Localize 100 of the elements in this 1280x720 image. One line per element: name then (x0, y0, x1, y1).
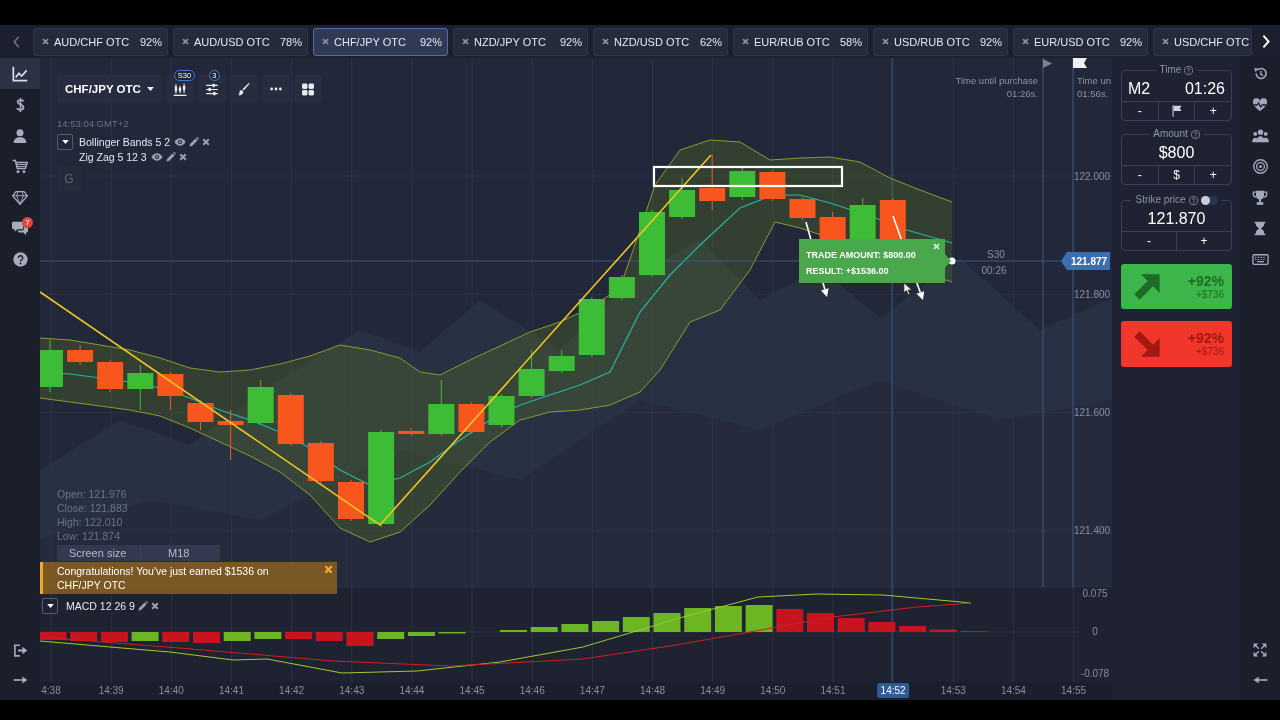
close-icon[interactable] (150, 602, 159, 610)
chevron-left-icon[interactable] (13, 35, 20, 48)
bullish-candle (40, 339, 63, 393)
asset-tab[interactable]: AUD/USD OTC 78% (173, 27, 308, 56)
layout-button[interactable] (293, 75, 322, 103)
chevron-right-icon[interactable] (1262, 35, 1270, 48)
arrow-up-right-icon (1133, 272, 1161, 301)
screen-size-bar[interactable]: Screen size M18 (57, 545, 220, 561)
rising-macd-bar (714, 606, 742, 632)
timeframe-value[interactable]: M2 (1128, 79, 1151, 98)
asset-tab[interactable]: USD/RUB OTC 92% (873, 27, 1008, 56)
asset-tab[interactable]: CHF/JPY OTC 92% (313, 27, 448, 56)
person-icon (13, 128, 27, 143)
heart-pulse-icon[interactable] (1252, 97, 1268, 112)
sidebar-button[interactable]: 7 (0, 213, 40, 244)
arrow-left-icon[interactable] (1252, 676, 1268, 684)
decrease-button[interactable]: - (1122, 232, 1176, 250)
pencil-icon[interactable] (165, 151, 176, 162)
rising-macd-bar (592, 621, 620, 632)
exit-icon[interactable] (12, 643, 28, 657)
target-icon[interactable] (1252, 159, 1268, 174)
collapse-toggle[interactable] (57, 134, 73, 150)
payout-percent: +92% (1187, 330, 1224, 346)
candlestick-icon (172, 82, 187, 96)
expiry-time-value[interactable]: 01:26 (1184, 79, 1225, 98)
more-button[interactable] (261, 75, 290, 103)
bullish-candle (548, 349, 575, 374)
expand-icon[interactable] (1253, 643, 1267, 657)
ohlc-value: Close: 121.883 (57, 501, 128, 515)
bearish-candle (157, 371, 184, 411)
close-icon[interactable] (322, 38, 329, 45)
close-icon[interactable] (178, 152, 187, 161)
bearish-candle (398, 427, 425, 437)
strike-price-toggle[interactable] (1200, 195, 1218, 205)
close-icon[interactable] (202, 137, 211, 146)
close-icon[interactable] (602, 38, 609, 45)
close-icon[interactable] (324, 565, 333, 574)
bearish-candle (699, 154, 726, 211)
collapse-toggle[interactable] (42, 598, 58, 614)
history-icon[interactable] (1252, 66, 1268, 81)
payout-percent: 58% (839, 35, 862, 48)
close-icon[interactable] (42, 38, 49, 45)
increase-button[interactable]: + (1194, 166, 1231, 184)
help-icon[interactable] (1190, 129, 1200, 139)
drawing-button[interactable] (229, 75, 258, 103)
macd-scale-label: -0.078 (1080, 668, 1110, 679)
eye-icon[interactable] (174, 137, 187, 146)
bullish-candle (639, 209, 665, 278)
time-label: 14:46 (519, 685, 545, 696)
help-icon[interactable] (1184, 65, 1194, 75)
sliders-icon (204, 82, 219, 96)
falling-macd-bar (100, 632, 128, 642)
asset-tab[interactable]: NZD/USD OTC 62% (593, 27, 728, 56)
falling-macd-bar (70, 632, 98, 641)
close-icon[interactable] (1022, 38, 1029, 45)
close-icon[interactable] (742, 38, 749, 45)
timer-value: 01:26s. (1005, 87, 1038, 100)
increase-button[interactable]: + (1194, 102, 1231, 120)
group-icon[interactable] (1251, 128, 1269, 143)
bullish-candle (428, 379, 455, 437)
indicator-name: MACD 12 26 9 (66, 600, 135, 612)
asset-tab[interactable]: EUR/RUB OTC 58% (733, 27, 868, 56)
asset-selector[interactable]: CHF/JPY OTC (57, 75, 162, 103)
strike-price-field[interactable]: 121.870 (1122, 206, 1231, 231)
payout-percent: 92% (979, 35, 1002, 48)
keyboard-icon[interactable] (1251, 254, 1269, 265)
trophy-icon[interactable] (1252, 190, 1268, 205)
bearish-candle (789, 196, 816, 221)
asset-tab[interactable]: EUR/USD OTC 92% (1013, 27, 1148, 56)
time-label: 14:43 (339, 685, 365, 696)
close-icon[interactable] (1162, 38, 1169, 45)
asset-tab[interactable]: NZD/JPY OTC 92% (453, 27, 588, 56)
hourglass-icon[interactable] (1254, 221, 1266, 236)
indicators-button[interactable] (197, 75, 226, 103)
decrease-button[interactable]: - (1122, 102, 1158, 120)
arrow-right-icon[interactable] (12, 676, 28, 684)
ohlc-value: Low: 121.874 (57, 529, 122, 543)
help-icon[interactable] (1188, 195, 1198, 205)
close-icon[interactable] (182, 38, 189, 45)
trade-result-text: RESULT: +$1536.00 (806, 265, 890, 278)
close-icon[interactable] (462, 38, 469, 45)
pencil-icon[interactable] (189, 136, 200, 147)
increase-button[interactable]: + (1176, 232, 1231, 250)
currency-button[interactable]: $ (1157, 166, 1195, 184)
asset-tab[interactable]: AUD/CHF OTC 92% (33, 27, 168, 56)
sidebar-button[interactable] (0, 58, 40, 89)
amount-field[interactable]: $800 (1122, 140, 1231, 165)
decrease-button[interactable]: - (1122, 166, 1158, 184)
screen-size-label: Screen size (68, 546, 128, 561)
pencil-icon[interactable] (137, 601, 148, 611)
payout-percent: 92% (1119, 35, 1142, 48)
grid-icon (300, 82, 315, 96)
caret-down-icon (146, 87, 154, 91)
eye-icon[interactable] (150, 152, 163, 161)
caret-down-icon (61, 140, 69, 144)
price-label: 121.800 (1073, 288, 1111, 300)
rising-macd-bar (223, 632, 251, 641)
bearish-candle (67, 344, 94, 366)
close-icon[interactable] (882, 38, 889, 45)
asset-tab[interactable]: USD/CHF OTC (1153, 27, 1252, 56)
